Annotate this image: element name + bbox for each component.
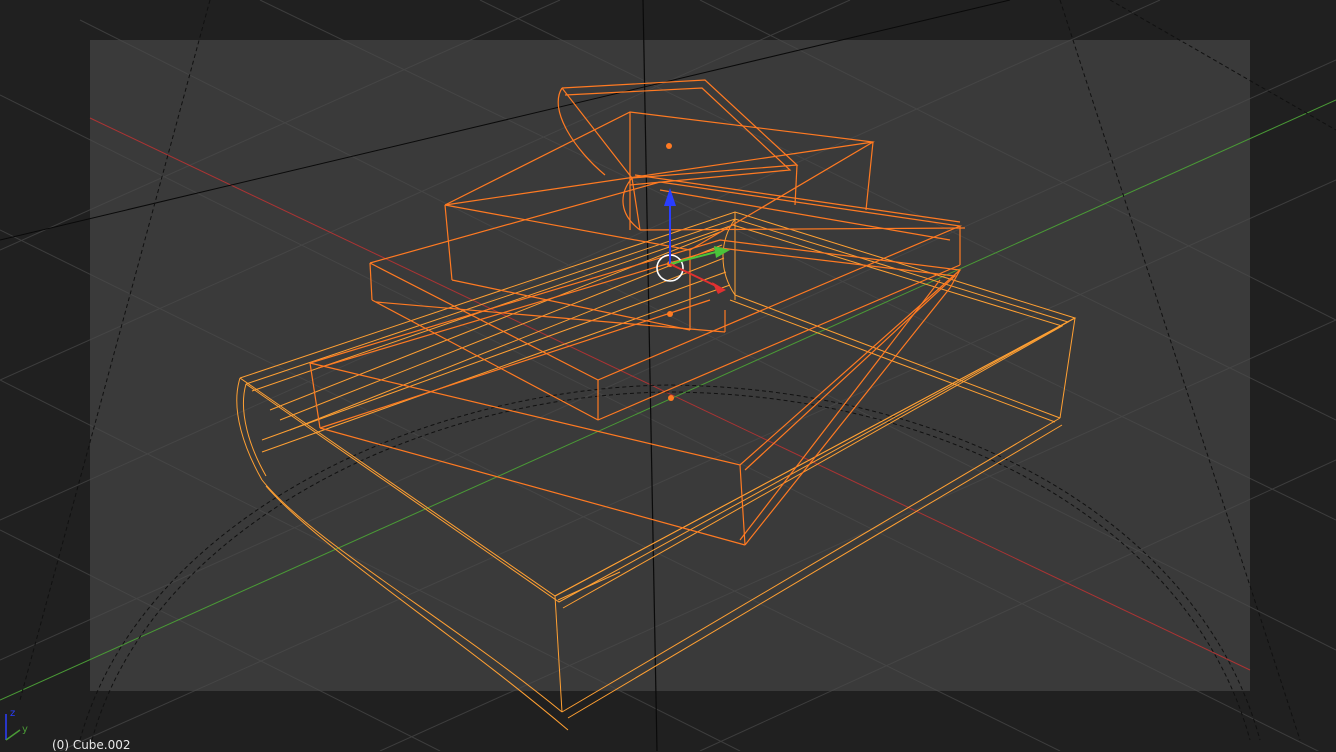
active-object-label: (0) Cube.002: [52, 738, 131, 752]
svg-text:z: z: [10, 708, 15, 719]
camera-frame: [90, 40, 1250, 691]
svg-text:y: y: [22, 724, 28, 735]
3d-viewport[interactable]: z y: [0, 0, 1336, 751]
